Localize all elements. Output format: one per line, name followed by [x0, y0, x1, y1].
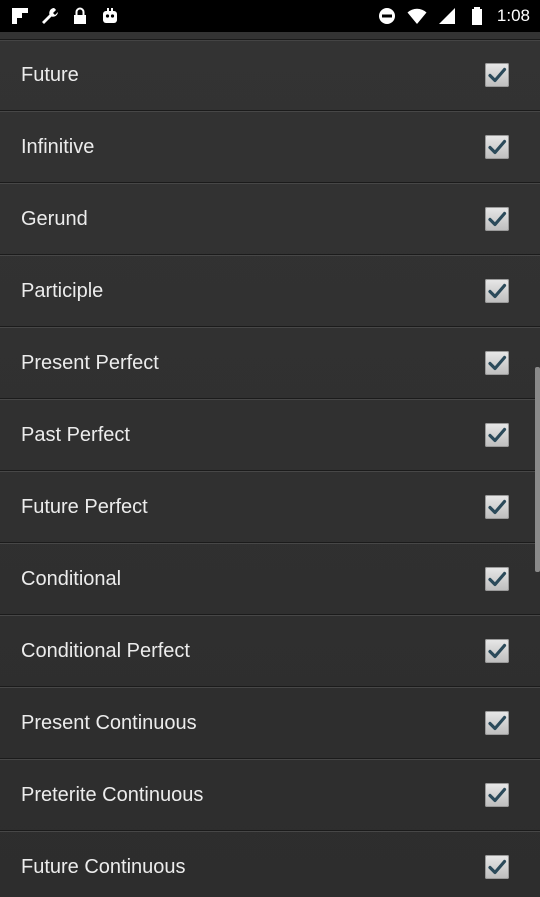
status-bar: 1:08 [0, 0, 540, 32]
wrench-icon [42, 8, 58, 24]
checkmark-icon [488, 715, 507, 731]
list-item-label: Future Perfect [21, 496, 148, 518]
checkmark-icon [488, 499, 507, 515]
tense-settings-list: Future Infinitive Gerund Participle Present … [0, 32, 540, 897]
list-item[interactable]: Gerund [0, 183, 540, 255]
list-item-label: Participle [21, 280, 104, 302]
checkmark-icon [488, 283, 507, 299]
checkbox[interactable] [485, 423, 509, 447]
checkmark-icon [488, 139, 507, 155]
list-item[interactable]: Participle [0, 255, 540, 327]
list-item[interactable]: Future [0, 39, 540, 111]
checkmark-icon [488, 67, 507, 83]
list-item[interactable]: Infinitive [0, 111, 540, 183]
battery-icon [471, 7, 482, 25]
list-item[interactable]: Present Continuous [0, 687, 540, 759]
list-item-label: Preterite Continuous [21, 784, 204, 806]
checkmark-icon [488, 355, 507, 371]
checkbox[interactable] [485, 207, 509, 231]
list-item-label: Infinitive [21, 136, 95, 158]
list-item[interactable]: Preterite Continuous [0, 759, 540, 831]
checkbox[interactable] [485, 711, 509, 735]
checkmark-icon [488, 211, 507, 227]
status-time: 1:08 [496, 6, 530, 25]
checkbox[interactable] [485, 855, 509, 879]
lock-icon [74, 7, 86, 24]
checkbox[interactable] [485, 279, 509, 303]
flipboard-icon [12, 8, 28, 24]
status-bar-right-icons: 1:08 [377, 5, 530, 27]
list-item[interactable]: Future Perfect [0, 471, 540, 543]
list-item-label: Gerund [21, 208, 88, 230]
checkmark-icon [488, 787, 507, 803]
checkmark-icon [488, 571, 507, 587]
do-not-disturb-icon [378, 8, 395, 24]
checkbox[interactable] [485, 63, 509, 87]
list-item[interactable]: Conditional [0, 543, 540, 615]
list-item[interactable]: Conditional Perfect [0, 615, 540, 687]
checkbox[interactable] [485, 639, 509, 663]
checkbox[interactable] [485, 351, 509, 375]
checkbox[interactable] [485, 495, 509, 519]
list-item[interactable]: Present Perfect [0, 327, 540, 399]
list-item-label: Future Continuous [21, 856, 186, 878]
wifi-icon [407, 8, 427, 24]
checkmark-icon [488, 859, 507, 875]
checkbox[interactable] [485, 135, 509, 159]
status-bar-left-icons [10, 5, 120, 27]
list-item-label: Present Perfect [21, 352, 159, 374]
cellular-signal-icon [438, 8, 455, 24]
list-item-label: Conditional [21, 568, 122, 590]
gamepad-icon [103, 8, 117, 23]
checkmark-icon [488, 427, 507, 443]
list-item-label: Present Continuous [21, 712, 197, 734]
list-item-label: Past Perfect [21, 424, 130, 446]
list-item-label: Conditional Perfect [21, 640, 190, 662]
checkmark-icon [488, 643, 507, 659]
checkbox[interactable] [485, 567, 509, 591]
list-item[interactable]: Future Continuous [0, 831, 540, 897]
list-item-label: Future [21, 64, 79, 86]
checkbox[interactable] [485, 783, 509, 807]
list-item[interactable]: Past Perfect [0, 399, 540, 471]
scrollbar[interactable] [535, 367, 540, 572]
